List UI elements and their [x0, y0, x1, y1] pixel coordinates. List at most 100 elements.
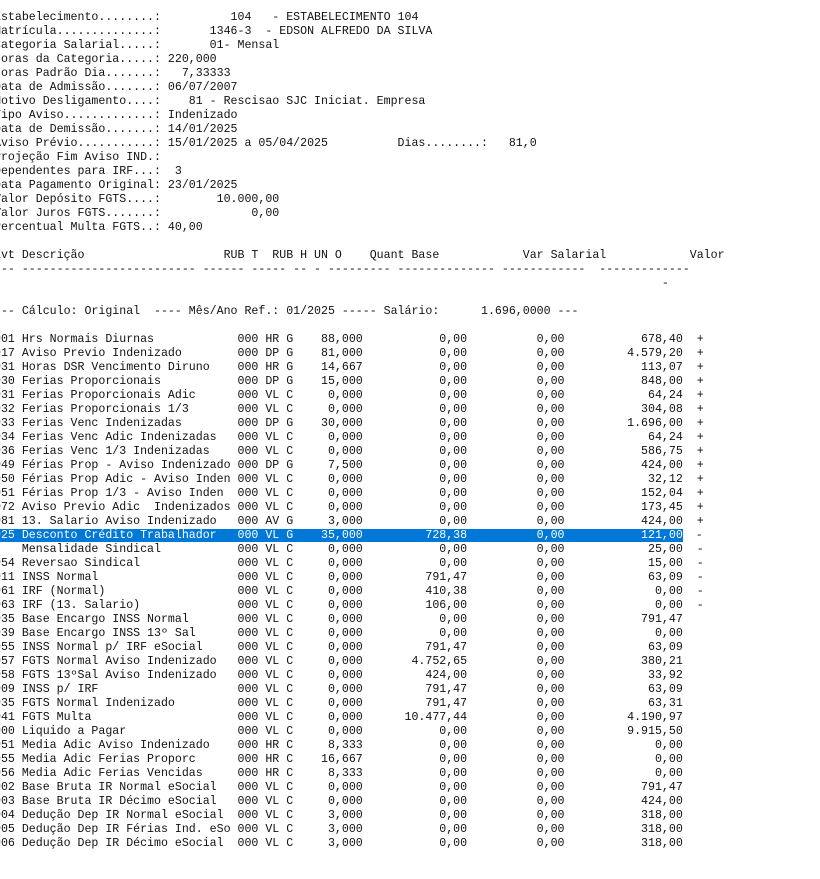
table-row[interactable]: 001 Hrs Normais Diurnas 000 HR G 88,000 …: [0, 333, 725, 347]
table-row[interactable]: 000 Liquido a Pagar 000 VL C 0,000 0,00 …: [0, 725, 725, 739]
table-row[interactable]: Mensalidade Sindical 000 VL C 0,000 0,00…: [0, 543, 725, 557]
row-text: 063 IRF (13. Salario) 000 VL C 0,000 106…: [0, 599, 704, 612]
row-text: 049 Férias Prop - Aviso Indenizado 000 D…: [0, 459, 704, 472]
table-row[interactable]: 055 Media Adic Ferias Proporc 000 HR C 1…: [0, 753, 725, 767]
table-row[interactable]: 041 FGTS Multa 000 VL C 0,000 10.477,44 …: [0, 711, 725, 725]
header-line: Data de Admissão.......: 06/07/2007: [0, 81, 238, 94]
report-screen: Estabelecimento........: 104 - ESTABELEC…: [0, 11, 725, 851]
row-text: 009 INSS p/ IRF 000 VL C 0,000 791,47 0,…: [0, 683, 683, 696]
row-text: 061 IRF (Normal) 000 VL C 0,000 410,38 0…: [0, 585, 704, 598]
row-text: 001 Hrs Normais Diurnas 000 HR G 88,000 …: [0, 333, 704, 346]
column-headers: Evt Descrição RUB T RUB H UN O Quant Bas…: [0, 249, 725, 262]
table-row-selected[interactable]: 025 Desconto Crédito Trabalhador 000 VL …: [0, 529, 725, 543]
table-row[interactable]: 005 Dedução Dep IR Férias Ind. eSo 000 V…: [0, 823, 725, 837]
row-text: 055 Media Adic Ferias Proporc 000 HR C 1…: [0, 753, 683, 766]
table-row[interactable]: 033 Ferias Venc Indenizadas 000 DP G 30,…: [0, 417, 725, 431]
row-text: 006 Dedução Dep IR Décimo eSocial 000 VL…: [0, 837, 683, 850]
separator-extra: -: [0, 277, 669, 290]
row-text: 011 INSS Normal 000 VL C 0,000 791,47 0,…: [0, 571, 704, 584]
table-row[interactable]: 058 FGTS 13ºSal Aviso Indenizado 000 VL …: [0, 669, 725, 683]
row-text: 033 Ferias Venc Indenizadas 000 DP G 30,…: [0, 417, 704, 430]
header-line: Aviso Prévio...........: 15/01/2025 a 05…: [0, 137, 537, 150]
table-row[interactable]: 061 IRF (Normal) 000 VL C 0,000 410,38 0…: [0, 585, 725, 599]
row-text: 003 Base Bruta IR Décimo eSocial 000 VL …: [0, 795, 683, 808]
row-text: 017 Aviso Previo Indenizado 000 DP G 81,…: [0, 347, 704, 360]
header-line: Tipo Aviso.............: Indenizado: [0, 109, 238, 122]
table-row[interactable]: 004 Dedução Dep IR Normal eSocial 000 VL…: [0, 809, 725, 823]
row-text: 039 Base Encargo INSS 13º Sal 000 VL C 0…: [0, 627, 683, 640]
header-line: Horas Padrão Dia.......: 7,33333: [0, 67, 231, 80]
row-text: 035 Base Encargo INSS Normal 000 VL C 0,…: [0, 613, 683, 626]
row-text: 025 Desconto Crédito Trabalhador 000 VL …: [0, 529, 683, 542]
table-row[interactable]: 056 Media Adic Ferias Vencidas 000 HR C …: [0, 767, 725, 781]
header-line: Matrícula..............: 1346-3 - EDSON …: [0, 25, 433, 38]
table-row[interactable]: 050 Férias Prop Adic - Aviso Inden 000 V…: [0, 473, 725, 487]
row-text: 041 FGTS Multa 000 VL C 0,000 10.477,44 …: [0, 711, 683, 724]
header-line: Categoria Salarial.....: 01- Mensal: [0, 39, 280, 52]
table-row[interactable]: 039 Base Encargo INSS 13º Sal 000 VL C 0…: [0, 627, 725, 641]
header-line: Horas da Categoria.....: 220,000: [0, 53, 217, 66]
table-row[interactable]: 030 Ferias Proporcionais 000 DP G 15,000…: [0, 375, 725, 389]
row-text: 054 Reversao Sindical 000 VL C 0,000 0,0…: [0, 557, 704, 570]
row-text: 031 Ferias Proporcionais Adic 000 VL C 0…: [0, 389, 704, 402]
table-row[interactable]: 036 Ferias Venc 1/3 Indenizadas 000 VL C…: [0, 445, 725, 459]
header-line: Data de Demissão.......: 14/01/2025: [0, 123, 238, 136]
row-text: 034 Ferias Venc Adic Indenizadas 000 VL …: [0, 431, 704, 444]
row-text: 030 Ferias Proporcionais 000 DP G 15,000…: [0, 375, 704, 388]
row-text: 058 FGTS 13ºSal Aviso Indenizado 000 VL …: [0, 669, 683, 682]
row-text: 050 Férias Prop Adic - Aviso Inden 000 V…: [0, 473, 704, 486]
row-text: 057 FGTS Normal Aviso Indenizado 000 VL …: [0, 655, 683, 668]
table-row[interactable]: 063 IRF (13. Salario) 000 VL C 0,000 106…: [0, 599, 725, 613]
table-row[interactable]: 003 Base Bruta IR Décimo eSocial 000 VL …: [0, 795, 725, 809]
table-row[interactable]: 051 Férias Prop 1/3 - Aviso Inden 000 VL…: [0, 487, 725, 501]
header-line: Estabelecimento........: 104 - ESTABELEC…: [0, 11, 419, 24]
table-row[interactable]: 032 Ferias Proporcionais 1/3 000 VL C 0,…: [0, 403, 725, 417]
row-text: 005 Dedução Dep IR Férias Ind. eSo 000 V…: [0, 823, 683, 836]
table-row[interactable]: 054 Reversao Sindical 000 VL C 0,000 0,0…: [0, 557, 725, 571]
row-text: 000 Liquido a Pagar 000 VL C 0,000 0,00 …: [0, 725, 683, 738]
table-row[interactable]: 017 Aviso Previo Indenizado 000 DP G 81,…: [0, 347, 725, 361]
table-row[interactable]: 081 13. Salario Aviso Indenizado 000 AV …: [0, 515, 725, 529]
row-text: 002 Base Bruta IR Normal eSocial 000 VL …: [0, 781, 683, 794]
table-row[interactable]: 011 INSS Normal 000 VL C 0,000 791,47 0,…: [0, 571, 725, 585]
row-text: 031 Horas DSR Vencimento Diruno 000 HR G…: [0, 361, 704, 374]
header-line: Valor Juros FGTS.......: 0,00: [0, 207, 280, 220]
table-row[interactable]: 035 Base Encargo INSS Normal 000 VL C 0,…: [0, 613, 725, 627]
row-text: Mensalidade Sindical 000 VL C 0,000 0,00…: [0, 543, 704, 556]
row-text: 035 FGTS Normal Indenizado 000 VL C 0,00…: [0, 697, 683, 710]
table-row[interactable]: 031 Ferias Proporcionais Adic 000 VL C 0…: [0, 389, 725, 403]
table-row[interactable]: 049 Férias Prop - Aviso Indenizado 000 D…: [0, 459, 725, 473]
row-text: 032 Ferias Proporcionais 1/3 000 VL C 0,…: [0, 403, 704, 416]
table-row[interactable]: 002 Base Bruta IR Normal eSocial 000 VL …: [0, 781, 725, 795]
table-row[interactable]: 057 FGTS Normal Aviso Indenizado 000 VL …: [0, 655, 725, 669]
header-line: Dependentes para IRF...: 3: [0, 165, 182, 178]
header-line: Percentual Multa FGTS..: 40,00: [0, 221, 203, 234]
header-line: Motivo Desligamento....: 81 - Rescisao S…: [0, 95, 426, 108]
row-text: 055 INSS Normal p/ IRF eSocial 000 VL C …: [0, 641, 683, 654]
table-row[interactable]: 051 Media Adic Aviso Indenizado 000 HR C…: [0, 739, 725, 753]
row-text: 051 Media Adic Aviso Indenizado 000 HR C…: [0, 739, 683, 752]
row-text: 081 13. Salario Aviso Indenizado 000 AV …: [0, 515, 704, 528]
table-row[interactable]: 009 INSS p/ IRF 000 VL C 0,000 791,47 0,…: [0, 683, 725, 697]
column-separator: --- ------------------------- ------ ---…: [0, 263, 690, 276]
row-text: 072 Aviso Previo Adic Indenizados 000 VL…: [0, 501, 704, 514]
table-row[interactable]: 035 FGTS Normal Indenizado 000 VL C 0,00…: [0, 697, 725, 711]
header-line: Projeção Fim Aviso IND.:: [0, 151, 161, 164]
row-text: 056 Media Adic Ferias Vencidas 000 HR C …: [0, 767, 683, 780]
row-text: 004 Dedução Dep IR Normal eSocial 000 VL…: [0, 809, 683, 822]
table-row[interactable]: 006 Dedução Dep IR Décimo eSocial 000 VL…: [0, 837, 725, 851]
header-line: Data Pagamento Original: 23/01/2025: [0, 179, 238, 192]
header-line: Valor Depósito FGTS....: 10.000,00: [0, 193, 280, 206]
table-row[interactable]: 072 Aviso Previo Adic Indenizados 000 VL…: [0, 501, 725, 515]
calc-line: --- Cálculo: Original ---- Mês/Ano Ref.:…: [0, 305, 579, 318]
table-row[interactable]: 034 Ferias Venc Adic Indenizadas 000 VL …: [0, 431, 725, 445]
row-text: 036 Ferias Venc 1/3 Indenizadas 000 VL C…: [0, 445, 704, 458]
table-row[interactable]: 031 Horas DSR Vencimento Diruno 000 HR G…: [0, 361, 725, 375]
table-row[interactable]: 055 INSS Normal p/ IRF eSocial 000 VL C …: [0, 641, 725, 655]
row-text: 051 Férias Prop 1/3 - Aviso Inden 000 VL…: [0, 487, 704, 500]
rubric-list: 001 Hrs Normais Diurnas 000 HR G 88,000 …: [0, 333, 725, 851]
row-sign: -: [688, 529, 703, 542]
